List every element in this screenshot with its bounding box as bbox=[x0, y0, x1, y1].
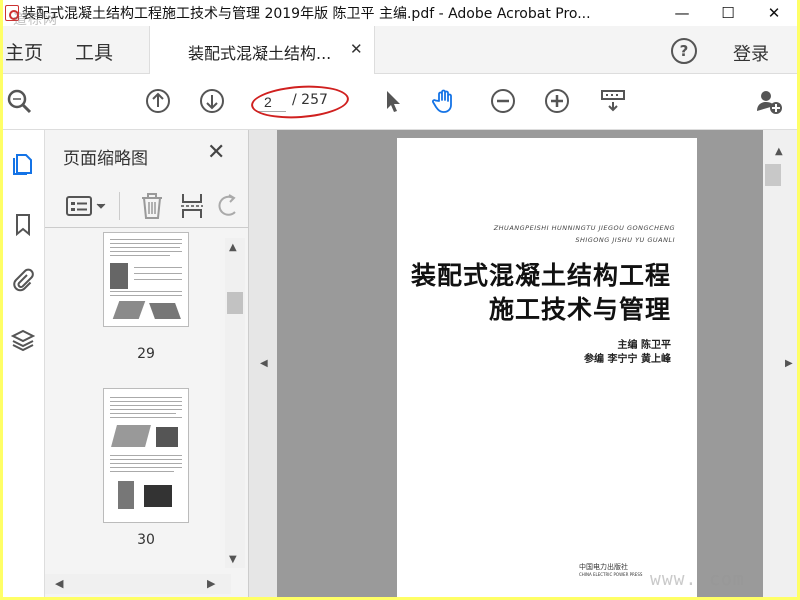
scroll-up-arrow[interactable]: ▲ bbox=[775, 146, 783, 157]
minimize-button[interactable]: — bbox=[659, 0, 705, 26]
thumbnail-page-number: 29 bbox=[137, 346, 155, 362]
insert-page-icon[interactable] bbox=[179, 192, 205, 220]
scroll-down-arrow[interactable]: ▼ bbox=[229, 554, 237, 565]
select-cursor-icon[interactable] bbox=[379, 87, 407, 115]
cover-title-line: 装配式混凝土结构工程 bbox=[410, 261, 671, 290]
layers-icon[interactable] bbox=[11, 328, 35, 352]
thumb-figure bbox=[144, 485, 172, 507]
publisher-cn: 中国电力出版社 bbox=[579, 563, 628, 571]
close-window-button[interactable]: ✕ bbox=[751, 0, 797, 26]
scroll-thumb[interactable] bbox=[227, 292, 243, 314]
tab-close-button[interactable]: ✕ bbox=[350, 40, 363, 58]
maximize-button[interactable]: ☐ bbox=[705, 0, 751, 26]
toolbar-divider bbox=[119, 192, 120, 220]
cover-pinyin-line: ZHUANGPEISHI HUNNINGTU JIEGOU GONGCHENG bbox=[493, 224, 675, 232]
tab-row: 主页 工具 装配式混凝土结构... ✕ ? 登录 bbox=[3, 26, 797, 74]
thumbnail-page-29[interactable] bbox=[103, 232, 189, 327]
scroll-left-arrow[interactable]: ◀ bbox=[55, 577, 63, 590]
panel-close-button[interactable]: ✕ bbox=[207, 140, 225, 165]
scroll-up-arrow[interactable]: ▲ bbox=[229, 242, 237, 253]
add-user-icon[interactable] bbox=[755, 87, 783, 115]
zoom-in-icon[interactable] bbox=[543, 87, 571, 115]
page-display-icon[interactable] bbox=[599, 87, 627, 115]
thumb-figure bbox=[110, 263, 128, 289]
left-nav-strip bbox=[3, 130, 45, 597]
page-total: / 257 bbox=[292, 92, 328, 108]
next-page-icon[interactable] bbox=[198, 87, 226, 115]
thumb-figure bbox=[111, 425, 151, 447]
tab-tools[interactable]: 工具 bbox=[75, 38, 113, 65]
cover-associate-editors: 参编 李宁宁 黄上峰 bbox=[584, 354, 671, 365]
acrobat-app-icon bbox=[5, 5, 19, 21]
help-icon[interactable]: ? bbox=[671, 38, 697, 64]
window-title: 装配式混凝土结构工程施工技术与管理 2019年版 陈卫平 主编.pdf - Ad… bbox=[22, 6, 591, 22]
cover-title-line: 施工技术与管理 bbox=[488, 295, 671, 324]
toolbar: / 257 bbox=[3, 74, 797, 130]
tab-document-label: 装配式混凝土结构... bbox=[188, 44, 332, 63]
thumb-figure bbox=[112, 301, 146, 319]
collapse-panel-gutter[interactable]: ◀ bbox=[249, 130, 277, 597]
tab-document[interactable]: 装配式混凝土结构... ✕ bbox=[149, 26, 375, 74]
thumbnail-panel: 页面缩略图 ✕ 29 30 ▲ ▼ ◀ ▶ bbox=[45, 130, 249, 597]
thumbnail-page-number: 30 bbox=[137, 532, 155, 548]
thumb-figure bbox=[118, 481, 134, 509]
zoom-search-icon[interactable] bbox=[5, 87, 33, 115]
cover-pinyin-line: SHIGONG JISHU YU GUANLI bbox=[575, 236, 675, 244]
panel-title: 页面缩略图 bbox=[63, 149, 148, 169]
thumb-figure bbox=[149, 303, 181, 319]
thumbnail-page-30[interactable] bbox=[103, 388, 189, 523]
panel-toolbar bbox=[45, 184, 249, 228]
hand-tool-icon[interactable] bbox=[431, 87, 459, 115]
page-thumbnails-icon[interactable] bbox=[11, 152, 35, 176]
pdf-page[interactable]: ZHUANGPEISHI HUNNINGTU JIEGOU GONGCHENG … bbox=[397, 138, 697, 597]
cover-publisher: 中国电力出版社 CHINA ELECTRIC POWER PRESS bbox=[579, 562, 642, 577]
thumbnail-options-icon[interactable] bbox=[65, 194, 109, 218]
thumb-figure bbox=[156, 427, 178, 447]
login-link[interactable]: 登录 bbox=[733, 40, 769, 66]
expand-right-arrow[interactable]: ▶ bbox=[785, 358, 793, 369]
thumbnail-horizontal-scrollbar[interactable]: ◀ ▶ bbox=[45, 574, 231, 594]
page-canvas: ZHUANGPEISHI HUNNINGTU JIEGOU GONGCHENG … bbox=[277, 130, 763, 597]
thumbnail-vertical-scrollbar[interactable]: ▲ ▼ bbox=[225, 238, 245, 568]
trash-icon[interactable] bbox=[139, 192, 165, 220]
previous-page-icon[interactable] bbox=[144, 87, 172, 115]
acrobat-window: 装配式混凝土结构工程施工技术与管理 2019年版 陈卫平 主编.pdf - Ad… bbox=[3, 0, 797, 597]
rotate-icon[interactable] bbox=[217, 192, 241, 220]
scroll-right-arrow[interactable]: ▶ bbox=[207, 577, 215, 590]
publisher-en: CHINA ELECTRIC POWER PRESS bbox=[579, 572, 643, 577]
page-number-input[interactable] bbox=[256, 92, 286, 112]
thumbnail-list: 29 30 bbox=[45, 230, 225, 570]
document-viewer: ◀ ZHUANGPEISHI HUNNINGTU JIEGOU GONGCHEN… bbox=[249, 130, 797, 597]
collapse-left-arrow[interactable]: ◀ bbox=[260, 358, 268, 369]
tab-home[interactable]: 主页 bbox=[5, 38, 43, 65]
zoom-out-icon[interactable] bbox=[489, 87, 517, 115]
scroll-thumb[interactable] bbox=[765, 164, 781, 186]
title-bar: 装配式混凝土结构工程施工技术与管理 2019年版 陈卫平 主编.pdf - Ad… bbox=[3, 0, 797, 26]
bookmark-icon[interactable] bbox=[11, 212, 35, 236]
viewer-vertical-scrollbar[interactable]: ▲ ▶ bbox=[763, 130, 797, 597]
attachment-icon[interactable] bbox=[11, 268, 35, 292]
cover-chief-editor: 主编 陈卫平 bbox=[617, 340, 671, 351]
